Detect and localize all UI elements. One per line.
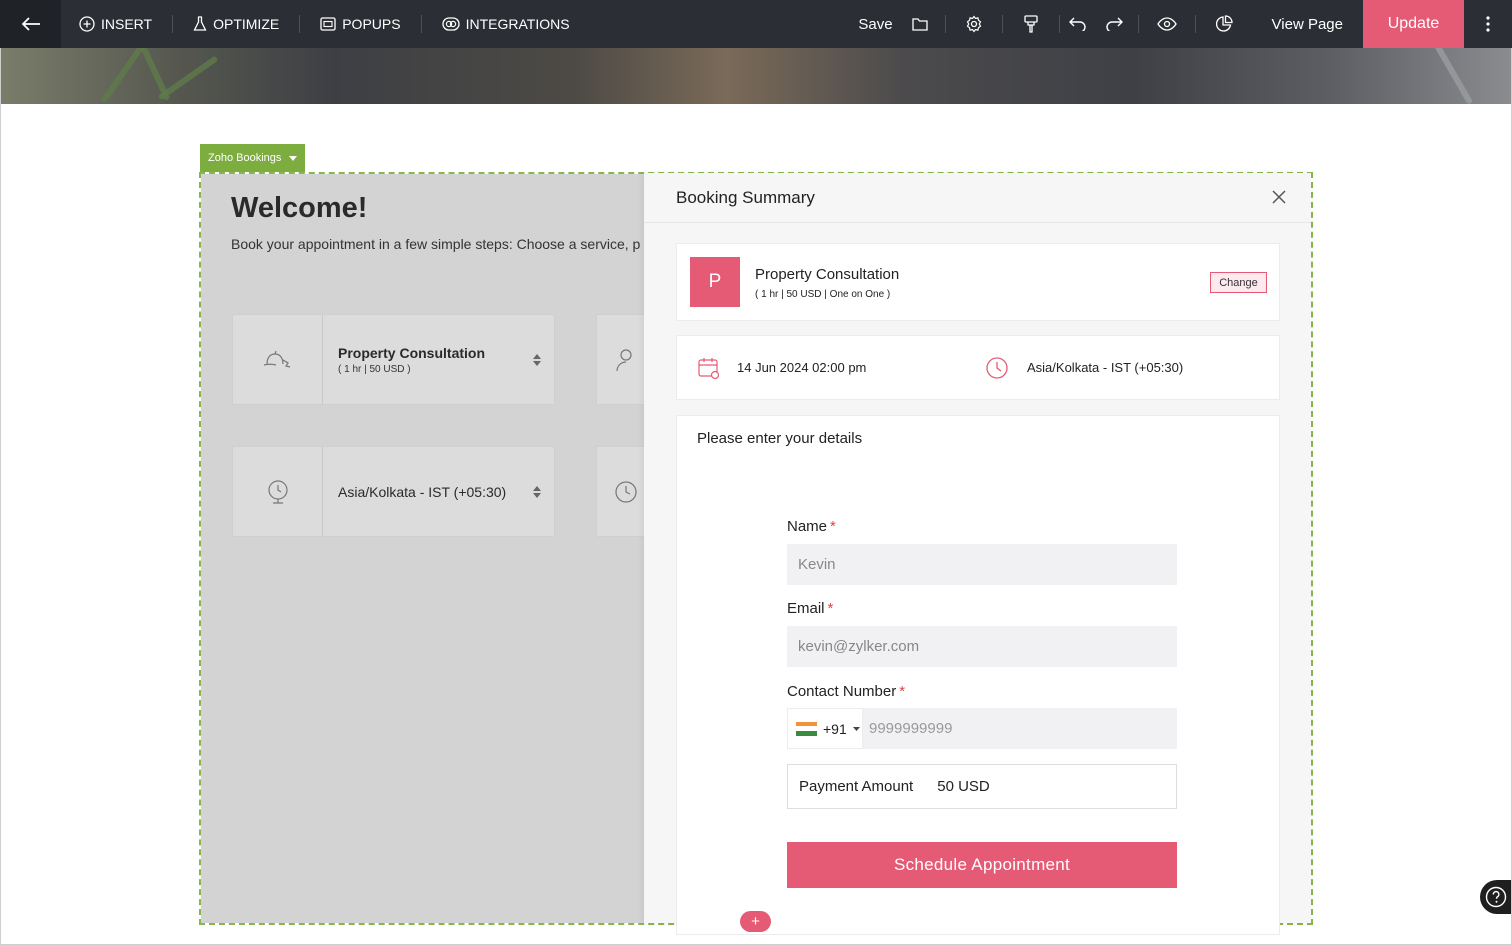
settings-button[interactable] [946,0,1002,48]
booking-summary-title: Booking Summary [676,187,815,207]
service-avatar: P [690,257,740,307]
welcome-title: Welcome! [231,192,368,224]
insert-label: INSERT [101,16,153,32]
update-button[interactable]: Update [1363,0,1464,48]
eye-icon [1156,17,1177,31]
editor-toolbar: INSERT OPTIMIZE POPUPS INTEGRATIONS Save [0,0,1512,48]
timezone-card-title: Asia/Kolkata - IST (+05:30) [338,483,507,500]
email-input[interactable]: kevin@zylker.com [787,626,1177,667]
payment-amount-value: 50 USD [937,778,990,795]
name-label: Name * [787,518,836,535]
view-page-button[interactable]: View Page [1252,16,1363,33]
pie-chart-icon [1215,15,1233,32]
close-summary-button[interactable] [1269,187,1289,207]
timezone-icon-cell [233,447,323,536]
plant-leaf-decoration [157,55,219,101]
insert-menu[interactable]: INSERT [61,0,172,48]
country-code-value: +91 [823,720,847,737]
toolbar-actions: Save View Page Update [848,0,1512,48]
country-code-select[interactable]: +91 [787,708,863,749]
calendar-icon [698,358,720,380]
service-name: Property Consultation [755,266,900,283]
customer-details-form: Please enter your details Name * Kevin Em… [676,415,1280,935]
arrow-left-icon [21,17,40,31]
india-flag-icon [796,721,817,736]
widget-tag-label: Zoho Bookings [208,152,282,164]
add-section-button[interactable]: + [740,911,771,932]
booking-summary-header: Booking Summary [644,173,1311,223]
sort-arrows-icon [533,353,541,366]
integrations-menu[interactable]: INTEGRATIONS [422,0,590,48]
optimize-menu[interactable]: OPTIMIZE [173,0,299,48]
back-button[interactable] [0,0,61,48]
open-folder-button[interactable] [903,0,937,48]
service-card-title: Property Consultation [338,344,486,361]
hero-background-image [0,48,1512,104]
contact-label-text: Contact Number [787,683,897,700]
analytics-button[interactable] [1196,0,1252,48]
undo-icon [1068,17,1086,31]
user-icon [616,348,632,371]
timezone-card-body: Asia/Kolkata - IST (+05:30) [323,447,554,536]
required-asterisk: * [827,600,834,617]
integrations-label: INTEGRATIONS [465,16,570,32]
undo-button[interactable] [1060,0,1096,48]
required-asterisk: * [899,683,906,700]
popups-menu[interactable]: POPUPS [300,0,420,48]
service-card-meta: ( 1 hr | 50 USD ) [338,363,411,375]
more-options-button[interactable] [1464,0,1512,48]
service-meta: ( 1 hr | 50 USD | One on One ) [755,289,891,300]
format-painter-button[interactable] [1003,0,1059,48]
gear-icon [966,15,981,33]
payment-amount-label: Payment Amount [799,778,914,795]
globe-clock-icon [267,479,288,504]
flask-icon [193,16,207,31]
folder-icon [911,18,928,31]
sort-arrows-icon [533,485,541,498]
popup-window-icon [320,17,336,31]
preview-button[interactable] [1139,0,1195,48]
required-asterisk: * [830,518,836,535]
save-button[interactable]: Save [848,16,902,33]
question-circle-icon [1485,886,1507,908]
paint-brush-icon [1023,15,1038,33]
clock-icon [986,357,1008,379]
change-service-button[interactable]: Change [1210,272,1267,293]
help-button[interactable] [1480,880,1512,914]
appointment-datetime: 14 Jun 2024 02:00 pm [737,360,867,375]
schedule-appointment-button[interactable]: Schedule Appointment [787,842,1177,888]
email-label-text: Email [787,600,825,617]
hat-icon [263,350,290,368]
redo-button[interactable] [1096,0,1132,48]
clock-icon [615,480,637,503]
booking-summary-panel: Booking Summary P Property Consultation … [644,173,1311,935]
plant-leaf-decoration [100,48,146,104]
contact-number-label: Contact Number * [787,683,905,700]
payment-amount-row: Payment Amount 50 USD [787,764,1177,809]
service-select-card[interactable]: Property Consultation ( 1 hr | 50 USD ) [232,314,555,405]
name-label-text: Name [787,518,828,535]
caret-down-icon [852,726,860,731]
service-icon-cell [233,315,323,404]
popups-label: POPUPS [342,16,401,32]
optimize-label: OPTIMIZE [213,16,280,32]
welcome-subtitle: Book your appointment in a few simple st… [231,236,641,252]
timezone-select-card[interactable]: Asia/Kolkata - IST (+05:30) [232,446,555,537]
redo-icon [1105,17,1123,31]
widget-tag[interactable]: Zoho Bookings [200,144,306,172]
kebab-menu-icon [1486,16,1490,32]
service-card-body: Property Consultation ( 1 hr | 50 USD ) [323,315,554,404]
close-icon [1272,190,1286,204]
caret-down-icon [289,155,298,161]
plant-leaf-decoration [1432,48,1474,104]
appointment-timezone: Asia/Kolkata - IST (+05:30) [1027,360,1184,375]
selected-service-card: P Property Consultation ( 1 hr | 50 USD … [676,243,1280,321]
email-label: Email * [787,600,833,617]
details-title: Please enter your details [697,430,863,447]
integrations-icon [441,17,460,31]
name-input[interactable]: Kevin [787,544,1177,585]
plus-circle-icon [79,16,95,32]
datetime-card: 14 Jun 2024 02:00 pm Asia/Kolkata - IST … [676,335,1280,400]
